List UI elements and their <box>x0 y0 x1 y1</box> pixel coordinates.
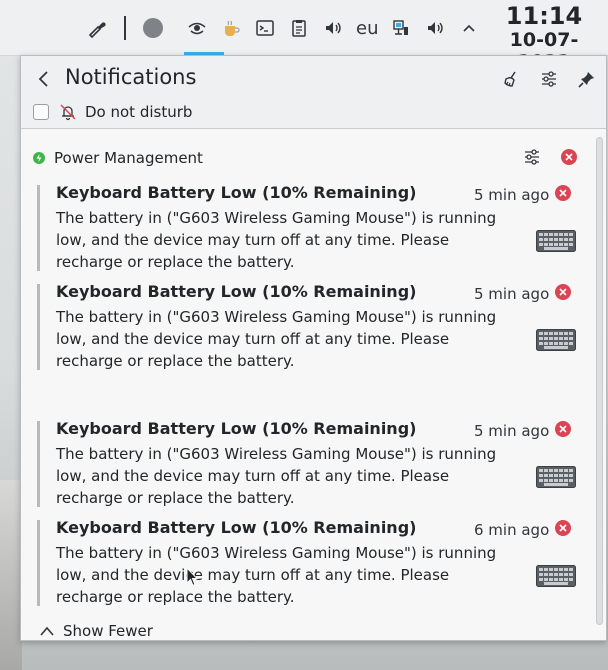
pin-icon <box>578 72 594 88</box>
notification-close-button[interactable] <box>555 185 571 201</box>
notification-accent-bar <box>37 185 40 271</box>
notification-time: 5 min ago <box>474 422 550 440</box>
terminal-icon[interactable] <box>252 15 278 41</box>
notification-accent-bar <box>37 421 40 507</box>
do-not-disturb-checkbox[interactable] <box>33 104 49 120</box>
close-icon <box>559 288 567 296</box>
panel-separator <box>124 16 126 40</box>
notification-time: 5 min ago <box>474 186 550 204</box>
notification-time: 5 min ago <box>474 285 550 303</box>
chevron-left-icon <box>38 71 48 87</box>
settings-sliders-icon <box>542 71 556 87</box>
notification-close-button[interactable] <box>555 520 571 536</box>
configure-button[interactable] <box>536 66 562 92</box>
top-panel: eu 11:14 10-07-2022 <box>0 0 608 73</box>
notification-body: The battery in ("G603 Wireless Gaming Mo… <box>56 544 497 606</box>
volume-icon[interactable] <box>422 15 448 41</box>
notification-title: Keyboard Battery Low (10% Remaining) <box>56 183 417 202</box>
system-tray: eu <box>180 10 486 46</box>
color-picker-icon[interactable] <box>84 15 110 41</box>
notifications-list: Power Management Keyboard Battery Low (1… <box>21 129 606 640</box>
broom-icon <box>504 71 516 87</box>
notifications-popup: Notifications Do not disturb Power Manag… <box>20 55 607 641</box>
keyboard-icon <box>536 230 576 252</box>
keyboard-icon <box>536 466 576 488</box>
clear-all-button[interactable] <box>498 66 524 92</box>
keyboard-layout-indicator[interactable]: eu <box>356 18 378 39</box>
show-fewer-label: Show Fewer <box>63 622 153 640</box>
chevron-up-icon[interactable] <box>456 15 482 41</box>
mouse-cursor-icon <box>186 567 198 587</box>
chevron-up-icon <box>40 626 54 636</box>
network-icon[interactable] <box>388 15 414 41</box>
group-close-button[interactable] <box>561 149 577 165</box>
clock-time: 11:14 <box>505 2 583 30</box>
panel-widgets <box>80 10 170 46</box>
popup-header: Notifications Do not disturb <box>21 56 606 129</box>
notification-body: The battery in ("G603 Wireless Gaming Mo… <box>56 308 497 370</box>
back-button[interactable] <box>33 66 55 92</box>
close-icon <box>559 425 567 433</box>
close-icon <box>559 189 567 197</box>
close-icon <box>559 524 567 532</box>
notification-item[interactable]: Keyboard Battery Low (10% Remaining) 5 m… <box>37 419 582 509</box>
notification-title: Keyboard Battery Low (10% Remaining) <box>56 282 417 301</box>
notification-item[interactable]: Keyboard Battery Low (10% Remaining) 5 m… <box>37 183 582 273</box>
notification-accent-bar <box>37 520 40 606</box>
notification-item[interactable]: Keyboard Battery Low (10% Remaining) 6 m… <box>37 518 582 608</box>
notification-accent-bar <box>37 284 40 370</box>
group-app-name: Power Management <box>54 149 203 167</box>
volume-icon[interactable] <box>320 15 346 41</box>
notification-body: The battery in ("G603 Wireless Gaming Mo… <box>56 209 497 271</box>
notification-close-button[interactable] <box>555 284 571 300</box>
record-circle-icon[interactable] <box>140 15 166 41</box>
do-not-disturb-label: Do not disturb <box>85 103 193 121</box>
notification-close-button[interactable] <box>555 421 571 437</box>
close-icon <box>565 153 573 161</box>
clipboard-icon[interactable] <box>286 15 312 41</box>
group-configure-button[interactable] <box>521 146 543 168</box>
bell-off-icon <box>60 104 76 121</box>
notification-item[interactable]: Keyboard Battery Low (10% Remaining) 5 m… <box>37 282 582 372</box>
coffee-icon[interactable] <box>218 15 244 41</box>
notification-title: Keyboard Battery Low (10% Remaining) <box>56 419 417 438</box>
notification-time: 6 min ago <box>474 521 550 539</box>
keyboard-icon <box>536 565 576 587</box>
notification-title: Keyboard Battery Low (10% Remaining) <box>56 518 417 537</box>
pin-button[interactable] <box>574 66 600 92</box>
show-fewer-button[interactable]: Show Fewer <box>39 621 153 641</box>
do-not-disturb-row: Do not disturb <box>33 100 192 124</box>
keyboard-icon <box>536 329 576 351</box>
eye-icon[interactable] <box>184 15 210 41</box>
group-tools <box>521 146 577 168</box>
notification-body: The battery in ("G603 Wireless Gaming Mo… <box>56 445 497 507</box>
power-icon <box>33 152 45 164</box>
group-header: Power Management <box>33 147 203 169</box>
popup-title: Notifications <box>65 65 197 89</box>
scrollbar[interactable] <box>596 137 603 625</box>
settings-sliders-icon <box>525 149 539 165</box>
